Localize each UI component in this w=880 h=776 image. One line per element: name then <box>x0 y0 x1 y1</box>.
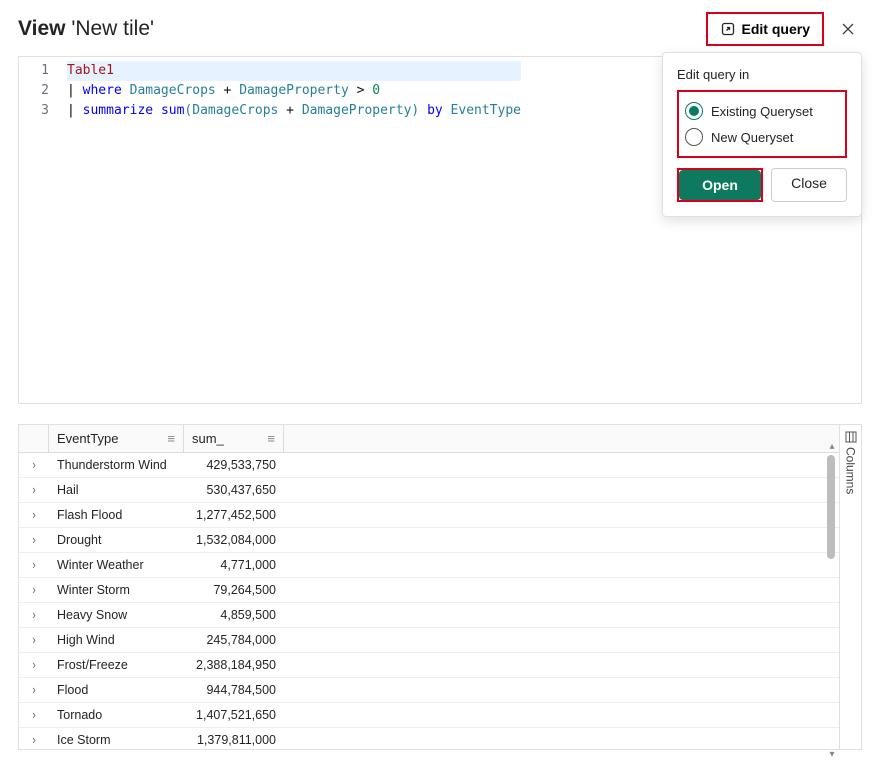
table-row[interactable]: ›High Wind245,784,000 <box>19 628 839 653</box>
radio-label: Existing Queryset <box>711 104 813 119</box>
expand-row-icon[interactable]: › <box>19 708 49 722</box>
line-gutter: 123 <box>19 57 67 403</box>
radio-new-queryset[interactable]: New Queryset <box>683 124 841 150</box>
edit-query-popover: Edit query in Existing Queryset New Quer… <box>662 52 862 217</box>
title-prefix: View <box>18 17 65 40</box>
scroll-up-icon[interactable]: ▴ <box>827 441 837 451</box>
cell-eventtype: Winter Weather <box>49 558 184 572</box>
expand-row-icon[interactable]: › <box>19 583 49 597</box>
scroll-down-icon[interactable]: ▾ <box>827 749 837 759</box>
edit-query-label: Edit query <box>742 21 810 37</box>
table-row[interactable]: ›Frost/Freeze2,388,184,950 <box>19 653 839 678</box>
close-button[interactable] <box>834 15 862 43</box>
cell-eventtype: Drought <box>49 533 184 547</box>
radio-existing-queryset[interactable]: Existing Queryset <box>683 98 841 124</box>
cell-eventtype: Flash Flood <box>49 508 184 522</box>
scrollbar-thumb[interactable] <box>827 455 835 559</box>
cell-sum: 944,784,500 <box>184 683 284 697</box>
cell-eventtype: Winter Storm <box>49 583 184 597</box>
cell-eventtype: Hail <box>49 483 184 497</box>
column-label: EventType <box>57 431 118 446</box>
expand-row-icon[interactable]: › <box>19 633 49 647</box>
expand-row-icon[interactable]: › <box>19 533 49 547</box>
edit-query-button[interactable]: Edit query <box>709 15 821 43</box>
grid-header: EventType ≡ sum_ ≡ <box>19 425 839 453</box>
radio-icon <box>685 128 703 146</box>
expand-row-icon[interactable]: › <box>19 458 49 472</box>
columns-icon <box>845 431 857 443</box>
cell-sum: 1,407,521,650 <box>184 708 284 722</box>
table-row[interactable]: ›Ice Storm1,379,811,000 <box>19 728 839 749</box>
table-row[interactable]: ›Winter Weather4,771,000 <box>19 553 839 578</box>
title-name: 'New tile' <box>71 17 154 40</box>
column-menu-icon[interactable]: ≡ <box>267 431 275 446</box>
column-header-eventtype[interactable]: EventType ≡ <box>49 425 184 452</box>
cell-eventtype: Frost/Freeze <box>49 658 184 672</box>
columns-label: Columns <box>844 447 858 494</box>
code-content: Table1| where DamageCrops + DamageProper… <box>67 57 521 403</box>
cell-sum: 1,532,084,000 <box>184 533 284 547</box>
open-button-highlight: Open <box>677 168 763 202</box>
expand-row-icon[interactable]: › <box>19 483 49 497</box>
cell-sum: 1,379,811,000 <box>184 733 284 747</box>
radio-icon <box>685 102 703 120</box>
modal-header: View 'New tile' Edit query <box>0 0 880 56</box>
expand-row-icon[interactable]: › <box>19 733 49 747</box>
close-popover-button[interactable]: Close <box>771 168 847 202</box>
expand-row-icon[interactable]: › <box>19 558 49 572</box>
radio-label: New Queryset <box>711 130 793 145</box>
edit-query-highlight: Edit query <box>706 12 824 46</box>
table-row[interactable]: ›Thunderstorm Wind429,533,750 <box>19 453 839 478</box>
results-grid: EventType ≡ sum_ ≡ ›Thunderstorm Wind429… <box>19 425 839 749</box>
table-row[interactable]: ›Hail530,437,650 <box>19 478 839 503</box>
page-title: View 'New tile' <box>18 17 154 41</box>
cell-sum: 530,437,650 <box>184 483 284 497</box>
table-row[interactable]: ›Flash Flood1,277,452,500 <box>19 503 839 528</box>
table-row[interactable]: ›Heavy Snow4,859,500 <box>19 603 839 628</box>
cell-sum: 2,388,184,950 <box>184 658 284 672</box>
table-row[interactable]: ›Tornado1,407,521,650 <box>19 703 839 728</box>
expand-row-icon[interactable]: › <box>19 508 49 522</box>
cell-eventtype: High Wind <box>49 633 184 647</box>
cell-eventtype: Heavy Snow <box>49 608 184 622</box>
open-button[interactable]: Open <box>679 170 761 200</box>
cell-sum: 429,533,750 <box>184 458 284 472</box>
table-row[interactable]: ›Drought1,532,084,000 <box>19 528 839 553</box>
cell-eventtype: Tornado <box>49 708 184 722</box>
vertical-scrollbar[interactable]: ▴ ▾ <box>827 455 837 745</box>
cell-eventtype: Thunderstorm Wind <box>49 458 184 472</box>
open-external-icon <box>720 21 736 37</box>
cell-sum: 79,264,500 <box>184 583 284 597</box>
cell-eventtype: Ice Storm <box>49 733 184 747</box>
grid-body: ›Thunderstorm Wind429,533,750›Hail530,43… <box>19 453 839 749</box>
cell-sum: 4,859,500 <box>184 608 284 622</box>
results-panel: EventType ≡ sum_ ≡ ›Thunderstorm Wind429… <box>18 424 862 750</box>
expand-column-header[interactable] <box>19 425 49 452</box>
cell-eventtype: Flood <box>49 683 184 697</box>
cell-sum: 4,771,000 <box>184 558 284 572</box>
table-row[interactable]: ›Flood944,784,500 <box>19 678 839 703</box>
table-row[interactable]: ›Winter Storm79,264,500 <box>19 578 839 603</box>
column-label: sum_ <box>192 431 224 446</box>
queryset-radio-group: Existing Queryset New Queryset <box>677 90 847 158</box>
cell-sum: 245,784,000 <box>184 633 284 647</box>
columns-side-tab[interactable]: Columns <box>839 425 861 749</box>
expand-row-icon[interactable]: › <box>19 658 49 672</box>
column-menu-icon[interactable]: ≡ <box>167 431 175 446</box>
expand-row-icon[interactable]: › <box>19 683 49 697</box>
cell-sum: 1,277,452,500 <box>184 508 284 522</box>
column-header-sum[interactable]: sum_ ≡ <box>184 425 284 452</box>
popover-title: Edit query in <box>677 67 847 82</box>
expand-row-icon[interactable]: › <box>19 608 49 622</box>
